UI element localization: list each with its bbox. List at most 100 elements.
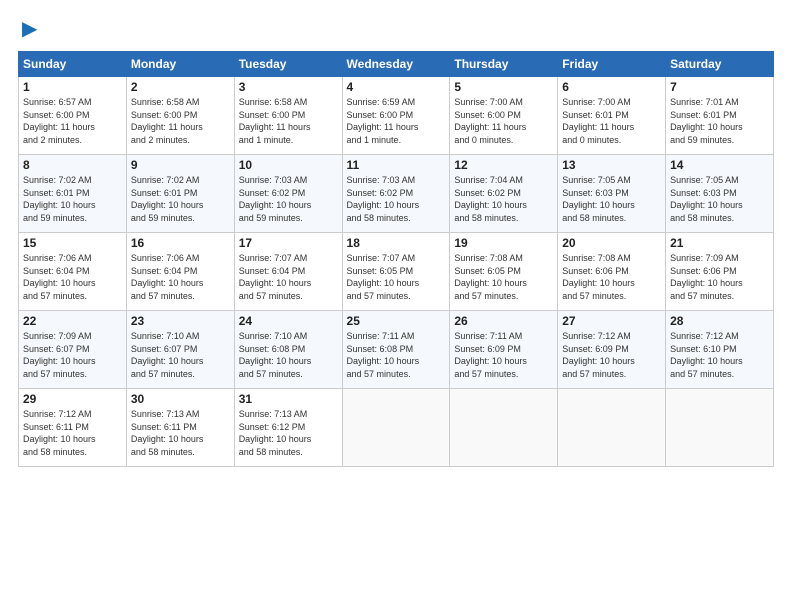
calendar-week-row: 29 Sunrise: 7:12 AMSunset: 6:11 PMDayligh… [19,389,774,467]
day-detail: Sunrise: 7:11 AMSunset: 6:09 PMDaylight:… [454,330,553,380]
calendar-cell: 29 Sunrise: 7:12 AMSunset: 6:11 PMDayligh… [19,389,127,467]
calendar-cell: 25 Sunrise: 7:11 AMSunset: 6:08 PMDayligh… [342,311,450,389]
day-detail: Sunrise: 7:08 AMSunset: 6:05 PMDaylight:… [454,252,553,302]
day-detail: Sunrise: 7:01 AMSunset: 6:01 PMDaylight:… [670,96,769,146]
calendar-week-row: 15 Sunrise: 7:06 AMSunset: 6:04 PMDayligh… [19,233,774,311]
day-number: 29 [23,392,122,406]
calendar-cell: 14 Sunrise: 7:05 AMSunset: 6:03 PMDayligh… [666,155,774,233]
day-number: 28 [670,314,769,328]
calendar-cell: 30 Sunrise: 7:13 AMSunset: 6:11 PMDayligh… [126,389,234,467]
calendar-cell [342,389,450,467]
weekday-header: Tuesday [234,52,342,77]
day-detail: Sunrise: 7:08 AMSunset: 6:06 PMDaylight:… [562,252,661,302]
day-detail: Sunrise: 7:10 AMSunset: 6:08 PMDaylight:… [239,330,338,380]
calendar-cell: 23Sunrise: 7:10 AMSunset: 6:07 PMDayligh… [126,311,234,389]
day-detail: Sunrise: 7:06 AMSunset: 6:04 PMDaylight:… [23,252,122,302]
day-number: 21 [670,236,769,250]
day-detail: Sunrise: 7:09 AMSunset: 6:07 PMDaylight:… [23,330,122,380]
day-detail: Sunrise: 7:04 AMSunset: 6:02 PMDaylight:… [454,174,553,224]
day-number: 20 [562,236,661,250]
day-number: 6 [562,80,661,94]
calendar: SundayMondayTuesdayWednesdayThursdayFrid… [18,51,774,467]
calendar-week-row: 22 Sunrise: 7:09 AMSunset: 6:07 PMDayligh… [19,311,774,389]
day-number: 14 [670,158,769,172]
calendar-cell: 10 Sunrise: 7:03 AMSunset: 6:02 PMDayligh… [234,155,342,233]
day-number: 13 [562,158,661,172]
day-detail: Sunrise: 7:00 AMSunset: 6:00 PMDaylight:… [454,96,553,146]
logo: ▶ [18,16,37,41]
day-detail: Sunrise: 6:59 AMSunset: 6:00 PMDaylight:… [347,96,446,146]
calendar-cell: 1Sunrise: 6:57 AMSunset: 6:00 PMDaylight… [19,77,127,155]
weekday-header: Friday [558,52,666,77]
day-detail: Sunrise: 6:58 AMSunset: 6:00 PMDaylight:… [131,96,230,146]
calendar-cell: 2 Sunrise: 6:58 AMSunset: 6:00 PMDaylight… [126,77,234,155]
calendar-cell: 6 Sunrise: 7:00 AMSunset: 6:01 PMDaylight… [558,77,666,155]
day-detail: Sunrise: 7:12 AMSunset: 6:11 PMDaylight:… [23,408,122,458]
day-number: 15 [23,236,122,250]
weekday-header: Sunday [19,52,127,77]
day-number: 23 [131,314,230,328]
calendar-cell [666,389,774,467]
day-number: 31 [239,392,338,406]
day-detail: Sunrise: 7:00 AMSunset: 6:01 PMDaylight:… [562,96,661,146]
weekday-header: Thursday [450,52,558,77]
day-number: 1 [23,80,122,94]
day-detail: Sunrise: 7:02 AMSunset: 6:01 PMDaylight:… [131,174,230,224]
calendar-cell [450,389,558,467]
day-number: 9 [131,158,230,172]
day-number: 30 [131,392,230,406]
day-detail: Sunrise: 7:05 AMSunset: 6:03 PMDaylight:… [670,174,769,224]
day-detail: Sunrise: 7:05 AMSunset: 6:03 PMDaylight:… [562,174,661,224]
calendar-cell: 19 Sunrise: 7:08 AMSunset: 6:05 PMDayligh… [450,233,558,311]
day-detail: Sunrise: 7:13 AMSunset: 6:11 PMDaylight:… [131,408,230,458]
day-detail: Sunrise: 7:07 AMSunset: 6:04 PMDaylight:… [239,252,338,302]
calendar-cell: 31 Sunrise: 7:13 AMSunset: 6:12 PMDayligh… [234,389,342,467]
day-detail: Sunrise: 7:06 AMSunset: 6:04 PMDaylight:… [131,252,230,302]
calendar-cell: 13 Sunrise: 7:05 AMSunset: 6:03 PMDayligh… [558,155,666,233]
calendar-cell: 17 Sunrise: 7:07 AMSunset: 6:04 PMDayligh… [234,233,342,311]
calendar-cell: 26 Sunrise: 7:11 AMSunset: 6:09 PMDayligh… [450,311,558,389]
day-number: 2 [131,80,230,94]
day-detail: Sunrise: 7:12 AMSunset: 6:10 PMDaylight:… [670,330,769,380]
calendar-cell: 8Sunrise: 7:02 AMSunset: 6:01 PMDaylight… [19,155,127,233]
day-number: 18 [347,236,446,250]
day-number: 7 [670,80,769,94]
weekday-header: Monday [126,52,234,77]
day-detail: Sunrise: 7:09 AMSunset: 6:06 PMDaylight:… [670,252,769,302]
weekday-header: Saturday [666,52,774,77]
day-detail: Sunrise: 7:02 AMSunset: 6:01 PMDaylight:… [23,174,122,224]
calendar-cell: 3 Sunrise: 6:58 AMSunset: 6:00 PMDaylight… [234,77,342,155]
calendar-header-row: SundayMondayTuesdayWednesdayThursdayFrid… [19,52,774,77]
day-number: 17 [239,236,338,250]
day-number: 27 [562,314,661,328]
header: ▶ [18,16,774,41]
day-number: 12 [454,158,553,172]
day-number: 11 [347,158,446,172]
calendar-cell: 18Sunrise: 7:07 AMSunset: 6:05 PMDayligh… [342,233,450,311]
calendar-cell: 11Sunrise: 7:03 AMSunset: 6:02 PMDayligh… [342,155,450,233]
calendar-cell [558,389,666,467]
day-number: 24 [239,314,338,328]
day-number: 25 [347,314,446,328]
day-number: 19 [454,236,553,250]
calendar-cell: 28 Sunrise: 7:12 AMSunset: 6:10 PMDayligh… [666,311,774,389]
day-number: 5 [454,80,553,94]
day-detail: Sunrise: 7:11 AMSunset: 6:08 PMDaylight:… [347,330,446,380]
calendar-cell: 24 Sunrise: 7:10 AMSunset: 6:08 PMDayligh… [234,311,342,389]
day-number: 16 [131,236,230,250]
day-number: 10 [239,158,338,172]
calendar-cell: 16 Sunrise: 7:06 AMSunset: 6:04 PMDayligh… [126,233,234,311]
calendar-cell: 15 Sunrise: 7:06 AMSunset: 6:04 PMDayligh… [19,233,127,311]
calendar-week-row: 1Sunrise: 6:57 AMSunset: 6:00 PMDaylight… [19,77,774,155]
day-detail: Sunrise: 7:13 AMSunset: 6:12 PMDaylight:… [239,408,338,458]
weekday-header: Wednesday [342,52,450,77]
calendar-body: 1Sunrise: 6:57 AMSunset: 6:00 PMDaylight… [19,77,774,467]
calendar-cell: 7 Sunrise: 7:01 AMSunset: 6:01 PMDaylight… [666,77,774,155]
day-number: 26 [454,314,553,328]
logo-arrow-icon: ▶ [22,16,37,41]
day-detail: Sunrise: 7:12 AMSunset: 6:09 PMDaylight:… [562,330,661,380]
day-number: 22 [23,314,122,328]
day-detail: Sunrise: 6:58 AMSunset: 6:00 PMDaylight:… [239,96,338,146]
day-number: 3 [239,80,338,94]
day-detail: Sunrise: 7:03 AMSunset: 6:02 PMDaylight:… [239,174,338,224]
